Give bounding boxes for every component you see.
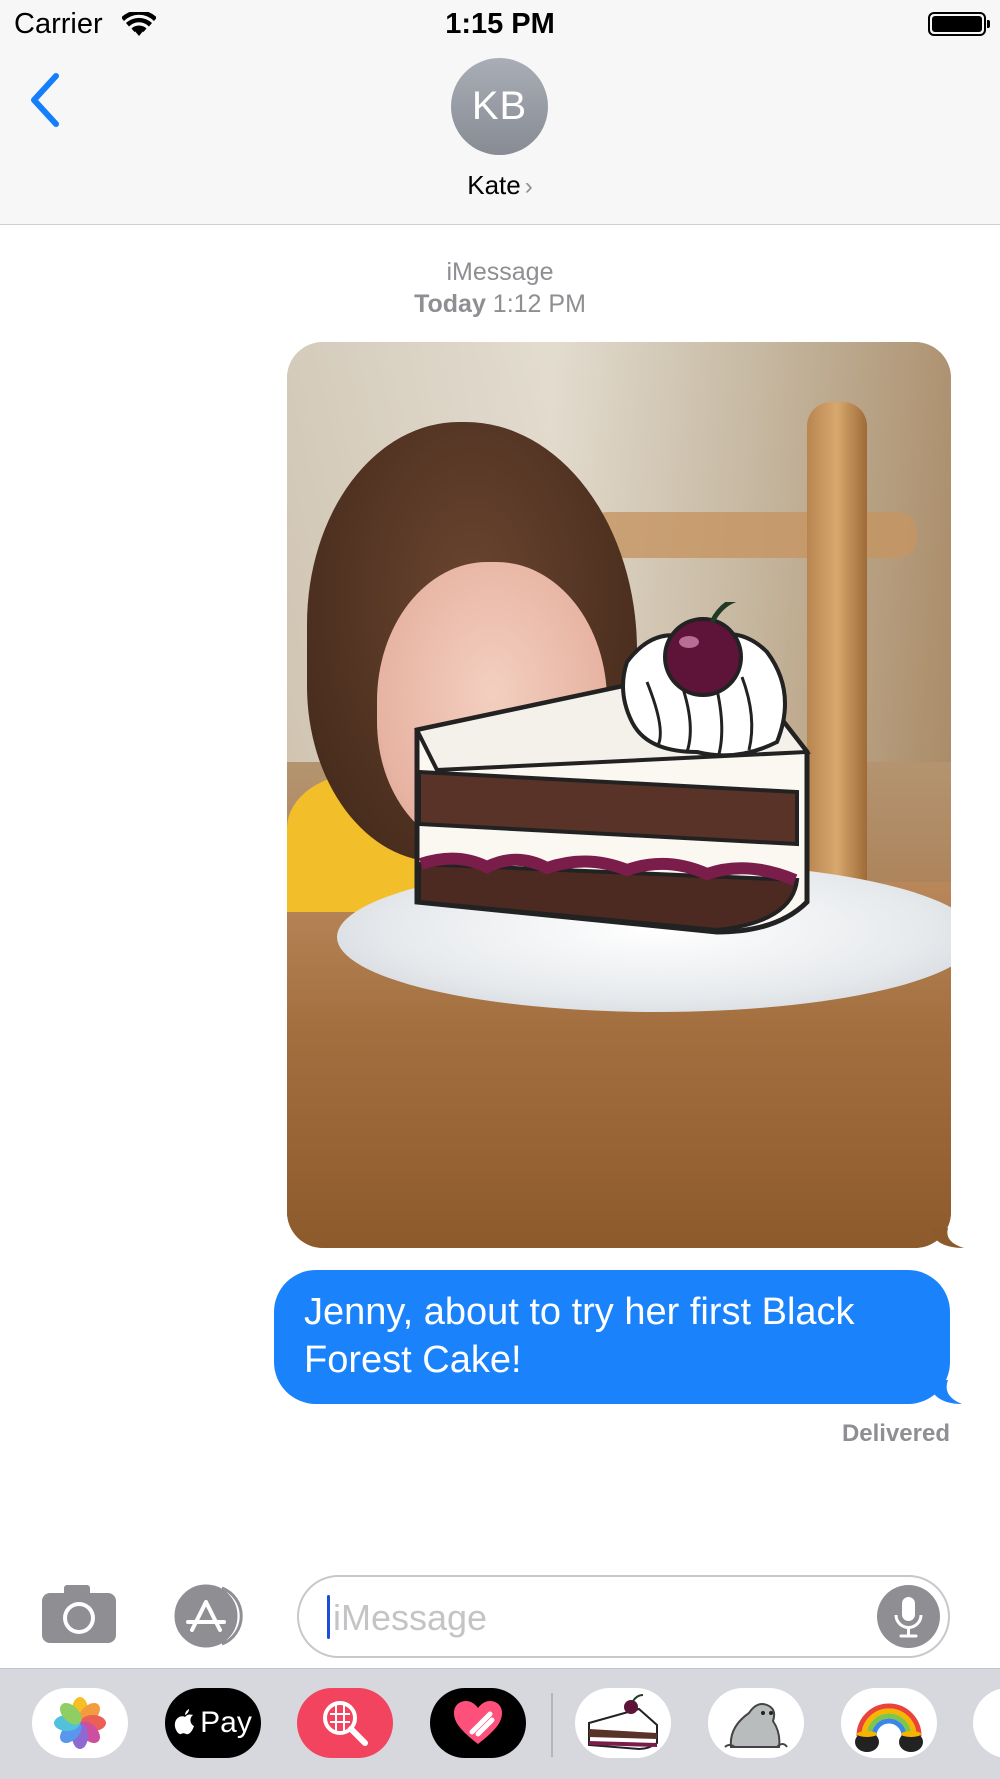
service-label: iMessage xyxy=(446,258,554,286)
app-store-icon[interactable] xyxy=(170,1584,256,1648)
apple-pay-icon xyxy=(174,1709,195,1735)
cake-sticker-icon xyxy=(414,602,811,935)
cake-sticker-icon xyxy=(588,1694,658,1751)
camera-icon[interactable] xyxy=(40,1583,118,1645)
drawer-divider xyxy=(551,1693,553,1757)
timestamp-day: Today xyxy=(414,290,486,318)
rainbow-sticker-app-button[interactable] xyxy=(841,1688,937,1758)
navigation-header: Carrier 1:15 PM KB Kate › xyxy=(0,0,1000,225)
battery-icon xyxy=(928,12,990,36)
input-placeholder: iMessage xyxy=(333,1597,488,1638)
delivery-status: Delivered xyxy=(841,1420,950,1447)
cake-sticker-app-button[interactable] xyxy=(575,1688,671,1758)
contact-name-button[interactable]: Kate › xyxy=(0,170,1000,201)
text-caret xyxy=(327,1595,330,1639)
status-time: 1:15 PM xyxy=(445,8,555,40)
message-text: Jenny, about to try her first Black Fore… xyxy=(304,1291,855,1381)
seal-sticker-icon xyxy=(724,1703,788,1748)
contact-name: Kate xyxy=(467,170,521,200)
photos-icon xyxy=(54,1697,106,1749)
photo-tail xyxy=(930,1228,964,1248)
seal-sticker-app-button[interactable] xyxy=(708,1688,804,1758)
more-sticker-app-button[interactable] xyxy=(973,1688,1000,1758)
microphone-icon xyxy=(894,1597,923,1638)
contact-avatar[interactable]: KB xyxy=(451,58,548,155)
digital-touch-heart-icon xyxy=(454,1701,502,1744)
photos-app-button[interactable] xyxy=(32,1688,128,1758)
message-input-field[interactable]: iMessage xyxy=(297,1575,950,1658)
photo-message[interactable] xyxy=(287,342,951,1248)
sent-message-bubble[interactable]: Jenny, about to try her first Black Fore… xyxy=(274,1270,950,1404)
rainbow-sticker-icon xyxy=(855,1703,923,1752)
microphone-button[interactable] xyxy=(877,1585,940,1648)
app-drawer: Pay xyxy=(0,1668,1000,1779)
apple-pay-button[interactable]: Pay xyxy=(165,1688,261,1758)
chevron-right-icon: › xyxy=(524,173,533,200)
timestamp-time: 1:12 PM xyxy=(492,290,586,318)
avatar-initials: KB xyxy=(471,84,528,128)
apple-pay-label: Pay xyxy=(200,1706,252,1739)
image-search-app-button[interactable] xyxy=(297,1688,393,1758)
back-chevron-icon[interactable] xyxy=(26,70,66,130)
bubble-tail xyxy=(928,1380,962,1404)
message-timestamp: Today 1:12 PM xyxy=(0,290,1000,319)
digital-touch-app-button[interactable] xyxy=(430,1688,526,1758)
image-search-icon xyxy=(323,1701,368,1746)
